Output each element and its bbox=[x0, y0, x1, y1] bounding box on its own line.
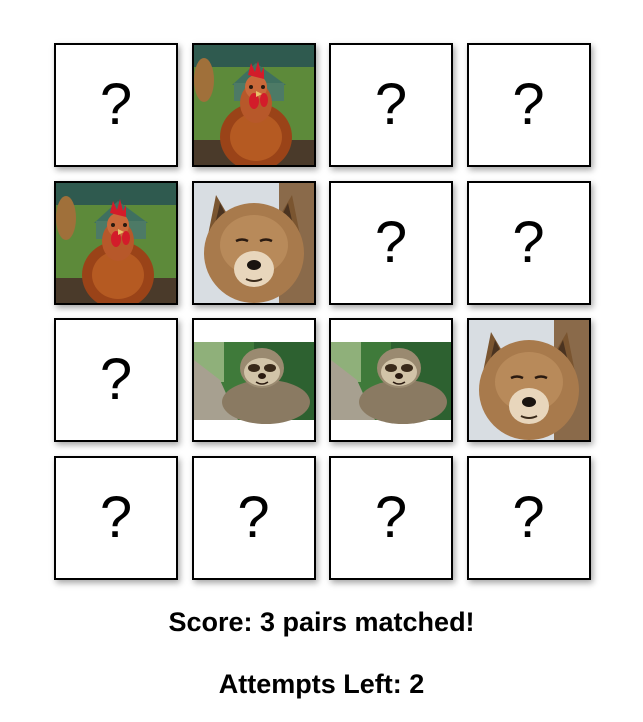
card-1[interactable]: ? bbox=[54, 43, 178, 167]
card-7[interactable]: ? bbox=[329, 180, 453, 305]
wolf-image bbox=[194, 183, 314, 303]
card-16[interactable]: ? bbox=[466, 455, 591, 580]
chicken-image bbox=[56, 183, 176, 303]
sloth-image bbox=[331, 320, 451, 440]
card-5-chicken[interactable] bbox=[54, 180, 178, 305]
sloth-image bbox=[194, 320, 314, 440]
question-mark: ? bbox=[374, 72, 408, 137]
card-12-wolf[interactable] bbox=[466, 318, 591, 442]
question-mark: ? bbox=[237, 484, 270, 550]
card-15[interactable]: ? bbox=[329, 455, 453, 580]
card-6-wolf[interactable] bbox=[191, 180, 316, 305]
memory-board: ? ? ? ? ? ? ? ? ? ? bbox=[54, 43, 591, 580]
wolf-image bbox=[469, 320, 589, 440]
card-14[interactable]: ? bbox=[191, 455, 316, 580]
card-8[interactable]: ? bbox=[466, 180, 591, 305]
question-mark: ? bbox=[99, 484, 133, 550]
card-2-chicken[interactable] bbox=[191, 43, 316, 167]
question-mark: ? bbox=[374, 209, 408, 275]
question-mark: ? bbox=[512, 72, 545, 137]
question-mark: ? bbox=[99, 72, 133, 137]
question-mark: ? bbox=[374, 484, 408, 550]
card-4[interactable]: ? bbox=[466, 43, 591, 167]
attempts-left-text: Attempts Left: 2 bbox=[218, 669, 425, 699]
card-11-sloth[interactable] bbox=[329, 318, 453, 442]
card-3[interactable]: ? bbox=[329, 43, 453, 167]
question-mark: ? bbox=[99, 347, 133, 412]
question-mark: ? bbox=[512, 209, 545, 275]
card-13[interactable]: ? bbox=[54, 455, 178, 580]
card-10-sloth[interactable] bbox=[191, 318, 316, 442]
card-9[interactable]: ? bbox=[54, 318, 178, 442]
question-mark: ? bbox=[512, 484, 545, 550]
score-text: Score: 3 pairs matched! bbox=[168, 607, 475, 637]
chicken-image bbox=[194, 45, 314, 165]
